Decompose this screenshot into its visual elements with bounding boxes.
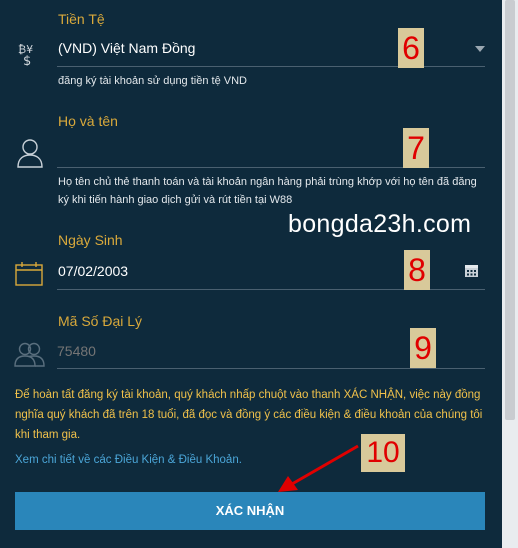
step-marker-8: 8 [404,250,430,290]
currency-helper: đăng ký tài khoản sử dụng tiền tệ VND [58,75,247,87]
user-icon [17,139,43,168]
scroll-thumb[interactable] [505,0,515,420]
step-marker-7: 7 [403,128,429,168]
birthdate-value: 07/02/2003 [58,263,129,279]
currency-value: (VND) Việt Nam Đồng [58,40,196,56]
svg-text:$: $ [23,54,31,66]
agent-code-underline [57,368,485,369]
submit-button[interactable]: XÁC NHẬN [15,492,485,530]
birthdate-label: Ngày Sinh [58,232,123,248]
fullname-helper: Họ tên chủ thẻ thanh toán và tài khoản n… [58,176,477,206]
terms-link[interactable]: Xem chi tiết về các Điều Kiện & Điều Kho… [15,454,242,466]
agents-icon [14,342,45,367]
currency-icon: ₿¥ $ [18,43,33,66]
step-marker-6: 6 [398,28,424,68]
dropdown-caret-icon [475,46,485,52]
currency-label: Tiền Tệ [58,11,105,27]
arrow-annotation [278,444,359,492]
fullname-label: Họ và tên [58,113,118,129]
calendar-icon [15,262,43,286]
consent-text: Để hoàn tất đăng ký tài khoản, quý khách… [15,389,483,441]
watermark: bongda23h.com [288,210,472,238]
step-marker-9: 9 [410,328,436,368]
calendar-picker-icon[interactable] [465,264,478,277]
scrollbar[interactable] [502,0,518,548]
agent-code-label: Mã Số Đại Lý [58,313,143,329]
